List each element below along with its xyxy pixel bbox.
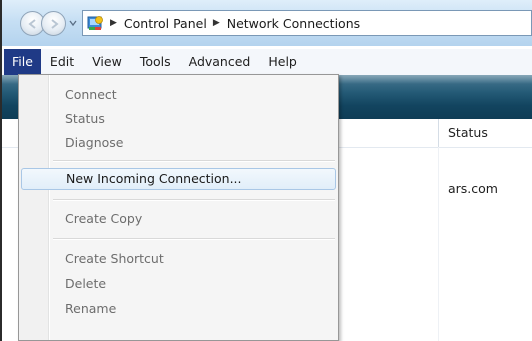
menu-item-rename[interactable]: Rename — [21, 298, 336, 320]
menu-item-diagnose[interactable]: Diagnose — [21, 132, 336, 154]
menu-view[interactable]: View — [83, 49, 131, 75]
menu-item-new-incoming-connection[interactable]: New Incoming Connection... — [21, 168, 336, 190]
menu-separator — [53, 238, 335, 240]
arrow-left-icon — [27, 18, 36, 29]
breadcrumb-control-panel[interactable]: Control Panel — [124, 16, 207, 31]
file-menu-dropdown: Connect Status Diagnose New Incoming Con… — [18, 74, 339, 341]
menu-item-delete[interactable]: Delete — [21, 273, 336, 295]
chevron-down-icon[interactable] — [68, 18, 78, 28]
menu-separator — [53, 199, 335, 201]
menu-edit[interactable]: Edit — [41, 49, 83, 75]
triangle-right-icon: ▶ — [212, 18, 220, 28]
menu-item-status[interactable]: Status — [21, 108, 336, 130]
menu-advanced[interactable]: Advanced — [180, 49, 260, 75]
menu-file[interactable]: File — [4, 49, 41, 75]
menu-help[interactable]: Help — [259, 49, 306, 75]
arrow-right-icon — [50, 18, 59, 29]
row-status-text: ars.com — [448, 181, 498, 196]
menu-separator — [53, 160, 335, 162]
control-panel-icon — [87, 16, 103, 30]
menu-bar: File Edit View Tools Advanced Help — [2, 49, 532, 76]
forward-button[interactable] — [41, 11, 66, 36]
menu-item-connect[interactable]: Connect — [21, 84, 336, 106]
address-box[interactable]: ▶ Control Panel ▶ Network Connections — [82, 10, 532, 36]
address-bar-area: ▶ Control Panel ▶ Network Connections — [2, 0, 532, 46]
column-header-status[interactable]: Status — [448, 119, 488, 147]
column-divider[interactable] — [438, 119, 439, 147]
menu-tools[interactable]: Tools — [131, 49, 180, 75]
column-gridline — [438, 147, 439, 341]
breadcrumb-network-connections[interactable]: Network Connections — [227, 16, 360, 31]
menu-item-create-copy[interactable]: Create Copy — [21, 208, 336, 230]
triangle-right-icon: ▶ — [110, 18, 117, 28]
menu-item-create-shortcut[interactable]: Create Shortcut — [21, 248, 336, 270]
